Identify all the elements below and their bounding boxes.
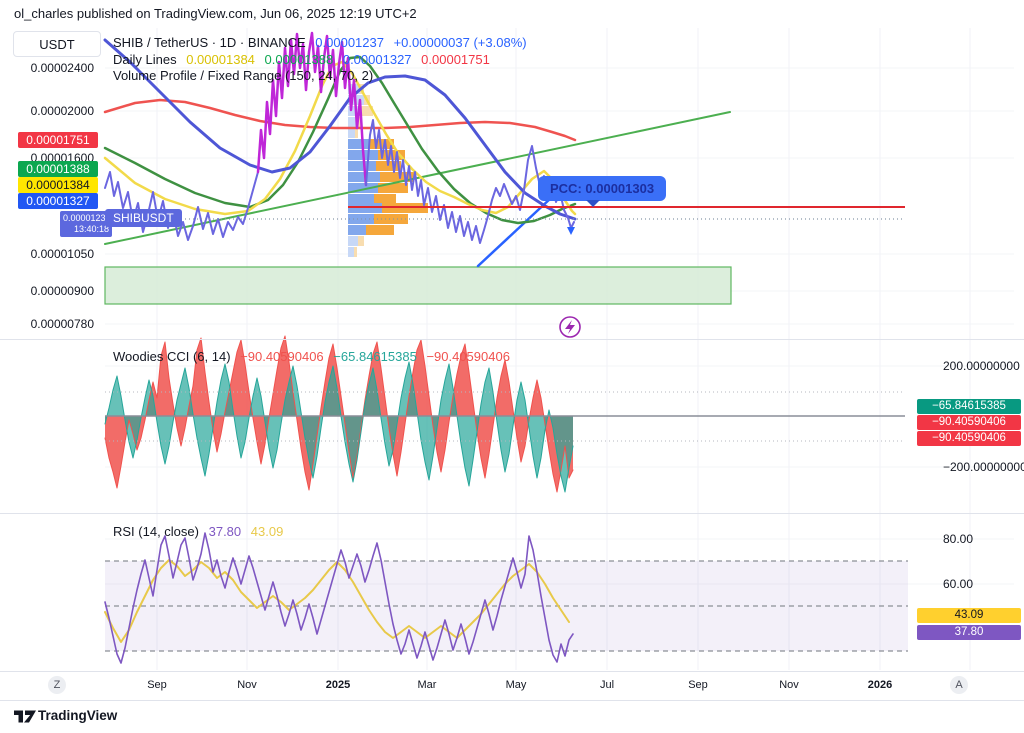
cci_pane-value-badge: −90.40590406	[917, 431, 1021, 446]
rsi-title: RSI (14, close)	[113, 524, 199, 539]
tradingview-brand-text[interactable]: TradingView	[38, 708, 117, 723]
bar-countdown: 13:40:18	[63, 224, 109, 235]
symbol-label-badge[interactable]: SHIBUSDT	[105, 209, 182, 227]
cci_pane-value-badge: −65.84615385	[917, 399, 1021, 414]
cci-value-3: −90.40590406	[426, 349, 510, 364]
cci_pane-value-badge: −90.40590406	[917, 415, 1021, 430]
left-axis-label: 0.00000780	[31, 317, 94, 331]
price-callout[interactable]: PCC: 0.00001303	[538, 176, 666, 201]
time-axis-left-badge[interactable]: Z	[48, 676, 66, 694]
tradingview-published-chart: ol_charles published on TradingView.com,…	[0, 0, 1024, 733]
indicator-title-volume-profile: Volume Profile / Fixed Range (150, 24, 7…	[113, 68, 373, 83]
chart-canvas[interactable]	[0, 0, 1024, 733]
daily-lines-legend-row[interactable]: Daily Lines 0.00001384 0.00001388 0.0000…	[113, 52, 496, 68]
time-axis-label[interactable]: Sep	[147, 679, 167, 691]
lightning-icon[interactable]	[560, 317, 580, 337]
daily-lines-blue-value: 0.00001327	[343, 52, 412, 67]
cci_pane-axis-label: −200.00000000	[943, 460, 1024, 474]
rsi_pane-value-badge: 37.80	[917, 625, 1021, 640]
time-axis-right-badge[interactable]: A	[950, 676, 968, 694]
footer-bar: TradingView	[0, 701, 1024, 733]
cci_pane-axis-label: 200.00000000	[943, 359, 1020, 373]
symbol-title: SHIB / TetherUS · 1D · BINANCE	[113, 35, 306, 50]
rsi-value-2: 43.09	[251, 524, 284, 539]
left-axis-label: 0.00000900	[31, 284, 94, 298]
left-axis-label: 0.00002400	[31, 61, 94, 75]
cci-legend-row[interactable]: Woodies CCI (6, 14) −90.40590406 −65.846…	[113, 349, 516, 365]
main-legend-row-1[interactable]: SHIB / TetherUS · 1D · BINANCE 0.0000123…	[113, 35, 533, 51]
left-axis-price-badge: 0.00001327	[18, 193, 98, 209]
volume-profile-legend-row[interactable]: Volume Profile / Fixed Range (150, 24, 7…	[113, 68, 379, 84]
left-axis-label: 0.00002000	[31, 104, 94, 118]
cci-title: Woodies CCI (6, 14)	[113, 349, 231, 364]
cci-value-2: −65.84615385	[333, 349, 417, 364]
cci-value-1: −90.40590406	[240, 349, 324, 364]
rsi_pane-value-badge: 43.09	[917, 608, 1021, 623]
time-axis-label[interactable]: 2025	[326, 679, 350, 691]
time-axis-label[interactable]: Sep	[688, 679, 708, 691]
left-axis-price-badge: 0.00001751	[18, 132, 98, 148]
rsi-value-1: 37.80	[209, 524, 242, 539]
time-axis-label[interactable]: May	[506, 679, 527, 691]
time-axis-label[interactable]: Nov	[237, 679, 257, 691]
time-axis[interactable]: Z A Sep Nov 2025 Mar May Jul Sep Nov 2026	[0, 672, 1024, 700]
tradingview-logo-icon[interactable]	[14, 709, 36, 724]
daily-lines-red-value: 0.00001751	[421, 52, 490, 67]
pane-separator[interactable]	[0, 339, 1024, 340]
time-axis-label[interactable]: Jul	[600, 679, 614, 691]
indicator-title-daily-lines: Daily Lines	[113, 52, 177, 67]
last-price: 0.00001237	[315, 35, 384, 50]
rsi-legend-row[interactable]: RSI (14, close) 37.80 43.09	[113, 524, 289, 540]
pane-separator[interactable]	[0, 513, 1024, 514]
left-axis-price-badge: 0.00001384	[18, 177, 98, 193]
daily-lines-yellow-value: 0.00001384	[186, 52, 255, 67]
rsi_pane-axis-label: 60.00	[943, 577, 973, 591]
time-axis-label[interactable]: 2026	[868, 679, 892, 691]
left-price-scale[interactable]: 0.000024000.000020000.000016000.00001050…	[0, 0, 100, 700]
price-change: +0.00000037 (+3.08%)	[394, 35, 527, 50]
current-price: 0.00001237	[63, 213, 109, 224]
rsi_pane-axis-label: 80.00	[943, 532, 973, 546]
left-axis-label: 0.00001050	[31, 247, 94, 261]
time-axis-label[interactable]: Mar	[418, 679, 437, 691]
daily-lines-green-value: 0.00001388	[265, 52, 334, 67]
left-axis-price-badge: 0.00001388	[18, 161, 98, 177]
time-axis-label[interactable]: Nov	[779, 679, 799, 691]
